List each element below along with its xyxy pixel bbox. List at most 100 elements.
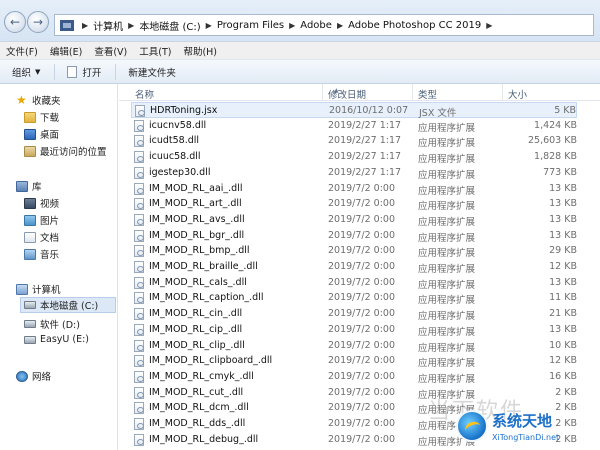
file-row[interactable]: IM_MOD_RL_avs_.dll 2019/7/2 0:00 应用程序扩展 13 … — [131, 212, 577, 228]
sidebar-item-drive-c[interactable]: 本地磁盘 (C:) — [20, 297, 116, 313]
sidebar-item-pictures[interactable]: 图片 — [24, 213, 59, 227]
file-icon — [134, 166, 144, 179]
file-row[interactable]: IM_MOD_RL_clip_.dll 2019/7/2 0:00 应用程序扩展 10… — [131, 338, 577, 354]
column-header-date[interactable]: 修改日期 — [328, 87, 366, 101]
video-icon — [24, 197, 36, 209]
column-header-type[interactable]: 类型 — [418, 87, 437, 101]
file-date: 2019/2/27 1:17 — [328, 166, 402, 178]
file-row[interactable]: icudt58.dll 2019/2/27 1:17 应用程序扩展 25,603 KB — [131, 133, 577, 149]
menu-bar: 文件(F) 编辑(E) 查看(V) 工具(T) 帮助(H) — [0, 42, 600, 59]
breadcrumb-photoshop[interactable]: Adobe Photoshop CC 2019 — [348, 20, 481, 31]
chevron-right-icon[interactable]: ▶ — [128, 21, 134, 30]
sidebar-item-drive-e[interactable]: EasyU (E:) — [24, 334, 89, 345]
file-name: IM_MOD_RL_dds_.dll — [149, 418, 246, 429]
back-arrow-icon: ← — [9, 15, 21, 29]
drive-icon — [24, 320, 36, 328]
file-date: 2016/10/12 0:07 — [329, 105, 409, 116]
back-button[interactable]: ← — [4, 11, 26, 33]
file-icon — [134, 292, 144, 305]
sidebar-item-video[interactable]: 视频 — [24, 196, 59, 210]
file-row[interactable]: IM_MOD_RL_aai_.dll 2019/7/2 0:00 应用程序扩展 13 … — [131, 181, 577, 197]
file-row[interactable]: IM_MOD_RL_clipboard_.dll 2019/7/2 0:00 应用程… — [131, 353, 577, 369]
file-icon — [134, 308, 144, 321]
file-row[interactable]: HDRToning.jsx 2016/10/12 0:07 JSX 文件 5 KB — [131, 102, 577, 119]
sidebar-item-computer[interactable]: 计算机 — [16, 282, 61, 296]
file-type: 应用程序扩展 — [418, 373, 476, 385]
chevron-right-icon[interactable]: ▶ — [289, 21, 295, 30]
chevron-right-icon[interactable]: ▶ — [206, 21, 212, 30]
file-date: 2019/7/2 0:00 — [328, 261, 396, 272]
file-icon — [134, 276, 144, 289]
breadcrumb-adobe[interactable]: Adobe — [300, 20, 332, 31]
file-size: 12 KB — [549, 355, 577, 367]
star-icon: ★ — [16, 93, 27, 107]
file-row[interactable]: IM_MOD_RL_cip_.dll 2019/7/2 0:00 应用程序扩展 13 … — [131, 322, 577, 338]
menu-help[interactable]: 帮助(H) — [183, 44, 217, 58]
forward-button[interactable]: → — [27, 11, 49, 33]
sidebar-item-library[interactable]: 库 — [16, 179, 42, 193]
file-name: icudt58.dll — [149, 135, 200, 147]
file-icon — [134, 229, 144, 242]
column-divider[interactable] — [502, 84, 503, 101]
file-size: 13 KB — [549, 323, 577, 335]
file-name: IM_MOD_RL_bgr_.dll — [149, 229, 245, 241]
breadcrumb-computer[interactable]: 计算机 — [93, 18, 123, 33]
file-row[interactable]: IM_MOD_RL_cals_.dll 2019/7/2 0:00 应用程序扩展 13… — [131, 275, 577, 291]
address-bar[interactable]: ▶ 计算机 ▶ 本地磁盘 (C:) ▶ Program Files ▶ Adob… — [54, 14, 594, 36]
file-row[interactable]: igestep30.dll 2019/2/27 1:17 应用程序扩展 773 KB — [131, 165, 577, 181]
file-row[interactable]: IM_MOD_RL_caption_.dll 2019/7/2 0:00 应用程序扩… — [131, 290, 577, 306]
file-icon — [134, 355, 144, 368]
file-row[interactable]: IM_MOD_RL_bgr_.dll 2019/7/2 0:00 应用程序扩展 13 … — [131, 228, 577, 244]
sidebar-item-download[interactable]: 下载 — [24, 110, 59, 124]
file-name: IM_MOD_RL_clipboard_.dll — [149, 355, 273, 367]
breadcrumb-program-files[interactable]: Program Files — [217, 20, 284, 31]
file-name: igestep30.dll — [149, 166, 211, 178]
file-type: 应用程序扩展 — [418, 216, 476, 228]
organize-button[interactable]: 组织 ▼ — [12, 65, 40, 79]
file-size: 12 KB — [549, 261, 577, 272]
sidebar-item-recent[interactable]: 最近访问的位置 — [24, 144, 107, 158]
chevron-right-icon[interactable]: ▶ — [337, 21, 343, 30]
sidebar-item-drive-d[interactable]: 软件 (D:) — [24, 317, 80, 331]
new-folder-button[interactable]: 新建文件夹 — [128, 65, 176, 79]
file-row[interactable]: icucnv58.dll 2019/2/27 1:17 应用程序扩展 1,424 KB — [131, 118, 577, 134]
chevron-right-icon[interactable]: ▶ — [82, 21, 88, 30]
sidebar-item-desktop[interactable]: 桌面 — [24, 127, 59, 141]
file-icon — [134, 119, 144, 132]
file-type: 应用程序扩展 — [418, 326, 476, 338]
sidebar-item-documents[interactable]: 文档 — [24, 230, 59, 244]
column-divider[interactable] — [322, 84, 323, 101]
sidebar-item-music[interactable]: 音乐 — [24, 247, 59, 261]
file-row[interactable]: IM_MOD_RL_braille_.dll 2019/7/2 0:00 应用程序扩… — [131, 259, 577, 275]
column-divider[interactable] — [412, 84, 413, 101]
file-size: 5 KB — [554, 105, 576, 116]
file-name: IM_MOD_RL_cut_.dll — [149, 386, 244, 398]
file-row[interactable]: IM_MOD_RL_cmyk_.dll 2019/7/2 0:00 应用程序扩展 16… — [131, 369, 577, 385]
column-header-name[interactable]: 名称 — [135, 87, 154, 101]
drive-icon — [24, 301, 36, 309]
sidebar-item-label: 库 — [32, 182, 42, 193]
open-button[interactable]: 打开 — [67, 65, 101, 79]
file-row[interactable]: IM_MOD_RL_art_.dll 2019/7/2 0:00 应用程序扩展 13 … — [131, 196, 577, 212]
sidebar-item-network[interactable]: 网络 — [16, 369, 51, 383]
column-header-size[interactable]: 大小 — [508, 87, 527, 101]
sidebar-item-label: 视频 — [40, 199, 60, 210]
sidebar-item-label: EasyU (E:) — [40, 334, 89, 345]
file-row[interactable]: IM_MOD_RL_bmp_.dll 2019/7/2 0:00 应用程序扩展 29 … — [131, 243, 577, 259]
file-type: 应用程序扩展 — [418, 311, 476, 323]
file-size: 13 KB — [549, 276, 577, 288]
menu-file[interactable]: 文件(F) — [6, 44, 38, 58]
watermark-subtitle: XiTongTianDi.net — [492, 433, 560, 442]
menu-edit[interactable]: 编辑(E) — [50, 44, 82, 58]
file-row[interactable]: IM_MOD_RL_cin_.dll 2019/7/2 0:00 应用程序扩展 21 … — [131, 306, 577, 322]
file-icon — [134, 323, 144, 336]
file-date: 2019/7/2 0:00 — [328, 433, 396, 445]
menu-view[interactable]: 查看(V) — [94, 44, 127, 58]
menu-tools[interactable]: 工具(T) — [139, 44, 171, 58]
new-folder-label: 新建文件夹 — [128, 67, 176, 79]
sidebar-item-favorites[interactable]: ★ 收藏夹 — [16, 93, 61, 107]
breadcrumb-drive-c[interactable]: 本地磁盘 (C:) — [139, 18, 200, 33]
file-row[interactable]: icuuc58.dll 2019/2/27 1:17 应用程序扩展 1,828 KB — [131, 149, 577, 165]
chevron-right-icon[interactable]: ▶ — [486, 21, 492, 30]
file-icon — [134, 386, 144, 399]
